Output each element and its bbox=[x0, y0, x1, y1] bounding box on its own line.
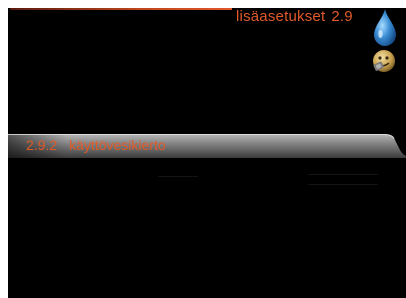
divider-line bbox=[158, 176, 198, 177]
page-title-number: 2.9 bbox=[331, 8, 353, 25]
menu-item-kayttovesikierto[interactable]: 2.9.2 käyttövesikierto bbox=[8, 132, 406, 158]
smiley-face-icon bbox=[371, 48, 397, 74]
divider-line bbox=[308, 184, 378, 185]
menu-item-text: käyttövesikierto bbox=[69, 137, 166, 153]
device-frame: lisäasetukset 2.9 2.9.2 käyttövesikierto bbox=[0, 0, 406, 298]
page-title-text: lisäasetukset bbox=[236, 8, 326, 25]
menu-item-code: 2.9.2 bbox=[26, 137, 58, 153]
divider-line bbox=[308, 174, 378, 175]
title-underline bbox=[10, 8, 232, 10]
water-drop-icon bbox=[372, 8, 398, 48]
page-title: lisäasetukset 2.9 bbox=[236, 8, 353, 26]
menu-item-label: 2.9.2 käyttövesikierto bbox=[26, 136, 166, 154]
display-screen: lisäasetukset 2.9 2.9.2 käyttövesikierto bbox=[8, 8, 406, 298]
